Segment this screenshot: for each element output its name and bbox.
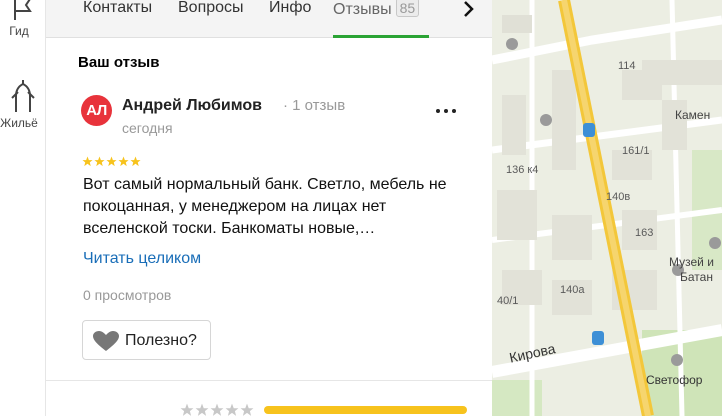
- rail-label-housing: Жильё: [0, 116, 38, 130]
- rail-item-housing[interactable]: Жильё: [0, 78, 46, 130]
- tab-info[interactable]: Инфо: [269, 0, 311, 38]
- tab-bar: Контакты Вопросы Инфо Отзывы 85: [46, 0, 492, 38]
- avatar[interactable]: АЛ: [81, 95, 112, 126]
- map-label: 114: [618, 60, 636, 72]
- review-text: Вот самый нормальный банк. Светло, мебел…: [83, 176, 447, 237]
- map-label: 140в: [606, 191, 631, 203]
- review-author-name[interactable]: Андрей Любимов: [122, 97, 262, 115]
- map-label: 161/1: [622, 145, 650, 157]
- star-icon: [118, 156, 129, 167]
- star-icon: [94, 156, 105, 167]
- flag-icon: [14, 0, 32, 20]
- hands-icon: [11, 80, 35, 112]
- star-icon: [106, 156, 117, 167]
- tab-questions[interactable]: Вопросы: [178, 0, 244, 38]
- star-outline-icon: [210, 403, 224, 416]
- star-icon: [130, 156, 141, 167]
- left-rail: Гид Жильё: [0, 0, 46, 416]
- star-icon: [82, 156, 93, 167]
- read-more-link[interactable]: Читать целиком: [83, 250, 201, 268]
- useful-label: Полезно?: [125, 332, 197, 349]
- rail-item-guide[interactable]: Гид: [0, 0, 46, 38]
- map-label: 163: [635, 227, 654, 239]
- star-outline-icon: [180, 403, 194, 416]
- rail-label-guide: Гид: [9, 24, 29, 38]
- tab-contacts[interactable]: Контакты: [83, 0, 152, 38]
- star-outline-icon: [240, 403, 254, 416]
- map-label: 136 к4: [506, 164, 539, 176]
- reviews-panel: Контакты Вопросы Инфо Отзывы 85 Ваш отзыв…: [46, 0, 492, 416]
- more-dots-icon: [436, 109, 440, 113]
- divider: [46, 380, 492, 381]
- chevron-right-icon: [464, 1, 474, 17]
- heart-icon: [93, 331, 119, 351]
- rating-distribution-bar: [264, 406, 467, 414]
- section-title: Ваш отзыв: [78, 54, 160, 71]
- map-label: 40/1: [497, 295, 519, 307]
- map-label: Светофор: [646, 373, 703, 387]
- tabs-scroll-right-button[interactable]: [462, 0, 476, 18]
- map-label: 140а: [560, 284, 585, 296]
- author-review-count: · 1 отзыв: [283, 97, 346, 114]
- review-rating: [82, 154, 142, 167]
- map-label: Музей и: [669, 255, 714, 269]
- useful-button[interactable]: Полезно?: [82, 320, 211, 360]
- more-options-button[interactable]: [434, 98, 460, 122]
- star-outline-icon: [195, 403, 209, 416]
- reviews-count-badge: 85: [395, 0, 420, 17]
- review-date: сегодня: [122, 120, 173, 136]
- map-label: Батан: [680, 270, 713, 284]
- rate-stars-input[interactable]: [180, 403, 255, 416]
- tab-reviews[interactable]: Отзывы 85: [333, 0, 429, 38]
- map-label: Камен: [675, 108, 711, 122]
- star-outline-icon: [225, 403, 239, 416]
- map-view[interactable]: 114 Камен 161/1 136 к4 140в 163 Музей и …: [492, 0, 722, 416]
- views-count: 0 просмотров: [83, 287, 172, 303]
